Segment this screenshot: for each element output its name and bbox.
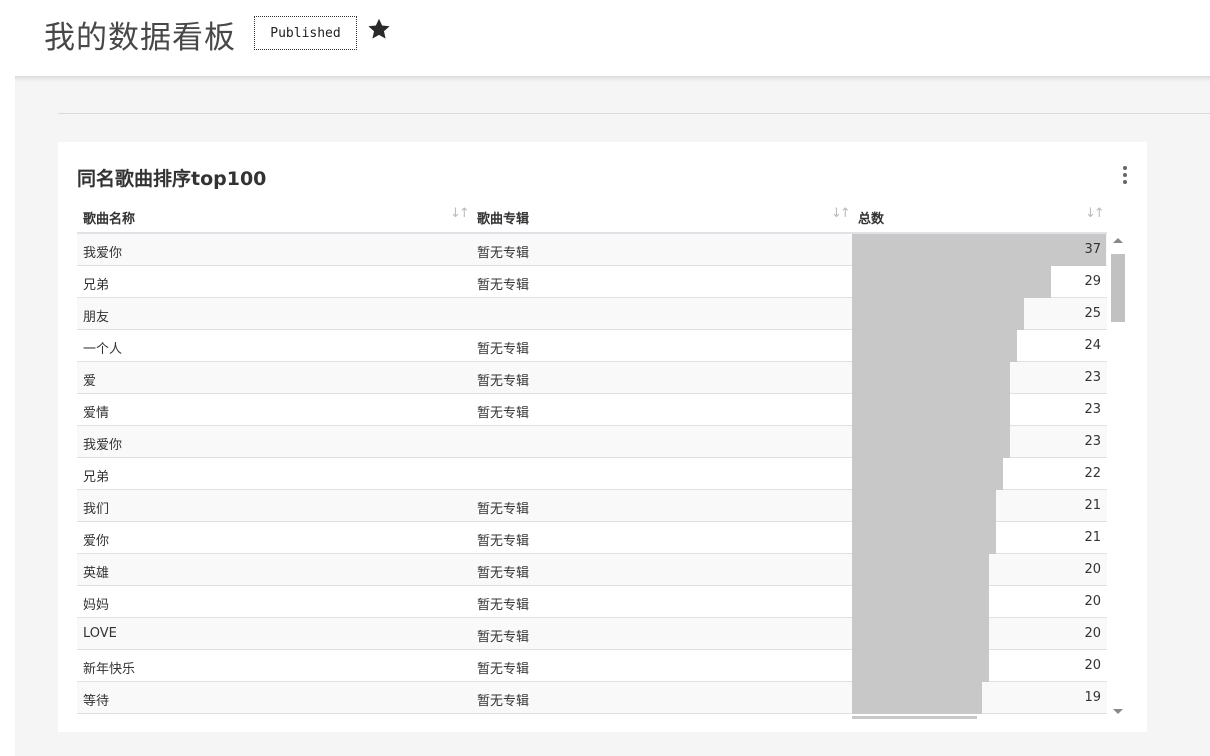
- cell-album: 暂无专辑: [477, 406, 530, 421]
- cell-album: 暂无专辑: [477, 662, 530, 677]
- count-bar: [852, 650, 989, 682]
- cell-song-name: 一个人: [83, 342, 123, 357]
- cell-album: 暂无专辑: [477, 534, 530, 549]
- scroll-down-icon[interactable]: [1113, 709, 1123, 714]
- cell-count: 20: [1084, 594, 1101, 609]
- cell-count: 20: [1084, 658, 1101, 673]
- table-row[interactable]: 新年快乐 暂无专辑 20: [77, 650, 1107, 682]
- count-bar: [852, 490, 996, 522]
- status-badge: Published: [254, 16, 357, 50]
- count-bar: [852, 554, 989, 586]
- column-header-album[interactable]: 歌曲专辑: [477, 208, 529, 227]
- count-bar: [852, 426, 1010, 458]
- cell-count: 21: [1084, 530, 1101, 545]
- table-body: 我爱你 暂无专辑 37 兄弟 暂无专辑 29 朋友 25 一个人 暂无专辑 24 爱暂无专辑 23 爱情暂…: [77, 234, 1107, 714]
- scrollbar-thumb[interactable]: [1111, 254, 1125, 322]
- cell-count: 22: [1084, 466, 1101, 481]
- cell-song-name: 爱: [83, 374, 97, 389]
- count-bar: [852, 330, 1017, 362]
- cell-album: 暂无专辑: [477, 342, 530, 357]
- table-row[interactable]: 兄弟 暂无专辑 29: [77, 266, 1107, 298]
- star-icon[interactable]: [366, 16, 392, 42]
- table-row[interactable]: 兄弟 22: [77, 458, 1107, 490]
- table-row[interactable]: 一个人 暂无专辑 24: [77, 330, 1107, 362]
- cell-song-name: 爱情: [83, 406, 110, 421]
- cell-count: 23: [1084, 402, 1101, 417]
- table-row[interactable]: 英雄 暂无专辑 20: [77, 554, 1107, 586]
- cell-album: 暂无专辑: [477, 502, 530, 517]
- sort-arrows-icon[interactable]: ↓↑: [831, 206, 851, 221]
- table-row[interactable]: 爱 暂无专辑 23: [77, 362, 1107, 394]
- cell-album: 暂无专辑: [477, 598, 530, 613]
- table-row[interactable]: LOVE 暂无专辑 20: [77, 618, 1107, 650]
- scrollbar[interactable]: [1110, 234, 1127, 718]
- cell-song-name: 朋友: [83, 310, 110, 325]
- cell-song-name: 兄弟: [83, 278, 110, 293]
- cell-count: 20: [1084, 562, 1101, 577]
- cell-album: 暂无专辑: [477, 694, 530, 709]
- table-row[interactable]: 我爱你 23: [77, 426, 1107, 458]
- table-row[interactable]: 妈妈 暂无专辑 20: [77, 586, 1107, 618]
- cell-count: 19: [1084, 690, 1101, 705]
- table-row[interactable]: 朋友 25: [77, 298, 1107, 330]
- cell-album: 暂无专辑: [477, 566, 530, 581]
- cell-song-name: 新年快乐: [83, 662, 136, 677]
- cell-count: 29: [1084, 274, 1101, 289]
- cell-song-name: 兄弟: [83, 470, 110, 485]
- cell-song-name: 我们: [83, 502, 110, 517]
- table-row[interactable]: 爱你 暂无专辑 21: [77, 522, 1107, 554]
- count-bar: [852, 394, 1010, 426]
- table-row[interactable]: 爱情 暂无专辑 23: [77, 394, 1107, 426]
- count-bar: [852, 458, 1003, 490]
- cell-song-name: 我爱你: [83, 246, 123, 261]
- table-row[interactable]: 我爱你 暂无专辑 37: [77, 234, 1107, 266]
- scroll-up-icon[interactable]: [1113, 238, 1123, 243]
- dashboard-header: 我的数据看板 Published: [0, 0, 1210, 76]
- table-row[interactable]: 我们 暂无专辑 21: [77, 490, 1107, 522]
- count-bar: [852, 266, 1051, 298]
- count-bar: [852, 586, 989, 618]
- count-bar: [852, 682, 982, 714]
- cell-song-name: 我爱你: [83, 438, 123, 453]
- cell-count: 24: [1084, 338, 1101, 353]
- divider: [58, 113, 1210, 114]
- cell-count: 25: [1084, 306, 1101, 321]
- cell-album: 暂无专辑: [477, 246, 530, 261]
- sort-arrows-icon[interactable]: ↓↑: [450, 206, 470, 221]
- cell-count: 20: [1084, 626, 1101, 641]
- column-header-count[interactable]: 总数: [858, 208, 884, 227]
- cell-album: 暂无专辑: [477, 630, 530, 645]
- sort-arrows-icon[interactable]: ↓↑: [1085, 206, 1105, 221]
- cell-song-name: LOVE: [83, 626, 117, 641]
- card-title: 同名歌曲排序top100: [77, 168, 267, 190]
- cell-count: 21: [1084, 498, 1101, 513]
- cell-song-name: 妈妈: [83, 598, 110, 613]
- column-header-name[interactable]: 歌曲名称: [83, 208, 135, 227]
- cell-song-name: 英雄: [83, 566, 110, 581]
- cell-song-name: 等待: [83, 694, 110, 709]
- count-bar: [852, 362, 1010, 394]
- table-row[interactable]: 等待 暂无专辑 19: [77, 682, 1107, 714]
- cell-song-name: 爱你: [83, 534, 110, 549]
- page-title: 我的数据看板: [44, 20, 236, 56]
- count-bar: [852, 522, 996, 554]
- chart-card: 同名歌曲排序top100 歌曲名称 ↓↑ 歌曲专辑 ↓↑ 总数 ↓↑ 我爱你暂无…: [58, 142, 1147, 732]
- cell-album: 暂无专辑: [477, 278, 530, 293]
- count-bar: [852, 298, 1024, 330]
- cell-count: 37: [1084, 242, 1101, 257]
- count-bar: [852, 618, 989, 650]
- cell-count: 23: [1084, 434, 1101, 449]
- cell-album: 暂无专辑: [477, 374, 530, 389]
- more-vertical-icon[interactable]: [1118, 162, 1132, 188]
- next-row-bar: [852, 716, 977, 719]
- table-header: 歌曲名称 ↓↑ 歌曲专辑 ↓↑ 总数 ↓↑: [77, 202, 1107, 234]
- count-bar: [852, 234, 1106, 266]
- cell-count: 23: [1084, 370, 1101, 385]
